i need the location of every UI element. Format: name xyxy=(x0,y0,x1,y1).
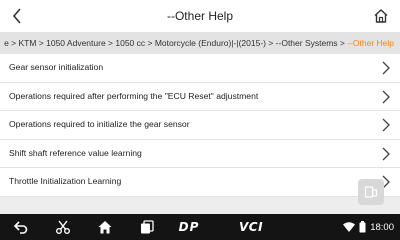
breadcrumb-current: --Other Help xyxy=(347,38,394,48)
vci-logo: VCI xyxy=(238,220,264,234)
function-list: Gear sensor initialization Operations re… xyxy=(0,54,400,197)
list-item-label: Shift shaft reference value learning xyxy=(9,147,142,158)
scissors-icon xyxy=(56,220,70,234)
list-item[interactable]: Operations required to initialize the ge… xyxy=(0,111,400,140)
back-button[interactable] xyxy=(6,4,28,28)
recent-apps-icon xyxy=(141,220,154,234)
wifi-icon xyxy=(343,222,356,232)
list-item[interactable]: Throttle Initialization Learning xyxy=(0,168,400,197)
chevron-right-icon xyxy=(382,90,390,103)
list-item-label: Operations required to initialize the ge… xyxy=(9,119,190,129)
floating-screen-button[interactable] xyxy=(358,179,384,205)
back-nav-button[interactable] xyxy=(8,214,34,240)
chevron-right-icon xyxy=(382,118,390,132)
home-nav-button[interactable] xyxy=(92,214,118,240)
breadcrumb: e > KTM > 1050 Adventure > 1050 cc > Mot… xyxy=(0,32,400,54)
recent-apps-button[interactable] xyxy=(134,214,160,240)
home-nav-icon xyxy=(98,221,112,234)
breadcrumb-path: e > KTM > 1050 Adventure > 1050 cc > Mot… xyxy=(4,38,348,48)
status-area: 18:00 xyxy=(343,214,394,240)
list-item-label: Throttle Initialization Learning xyxy=(9,176,122,186)
dp-button[interactable]: DP xyxy=(166,214,212,240)
list-item[interactable]: Operations required after performing the… xyxy=(0,82,400,111)
list-item[interactable]: Shift shaft reference value learning xyxy=(0,139,400,168)
screenshot-button[interactable] xyxy=(50,214,76,240)
vci-button[interactable]: VCI xyxy=(228,214,274,240)
back-nav-icon xyxy=(13,221,28,234)
chevron-left-icon xyxy=(12,8,21,24)
clock: 18:00 xyxy=(370,221,394,233)
battery-icon xyxy=(359,221,366,233)
screen-icon xyxy=(364,186,378,198)
list-item[interactable]: Gear sensor initialization xyxy=(0,54,400,83)
list-item-label: Operations required after performing the… xyxy=(9,90,259,101)
chevron-right-icon xyxy=(382,147,390,160)
list-item-label: Gear sensor initialization xyxy=(9,62,104,72)
home-icon xyxy=(374,9,388,23)
home-button[interactable] xyxy=(370,5,392,27)
chevron-right-icon xyxy=(382,61,390,75)
dp-logo: DP xyxy=(178,220,200,234)
page-title: --Other Help xyxy=(166,9,234,23)
navigation-bar: DP VCI 18:00 xyxy=(0,214,400,240)
header-bar: --Other Help xyxy=(0,0,400,32)
